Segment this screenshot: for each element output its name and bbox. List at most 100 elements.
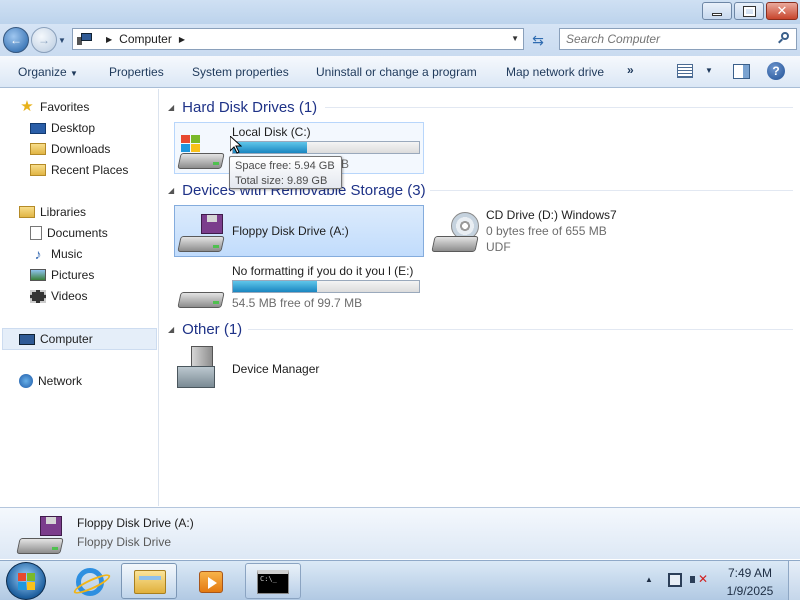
view-list-icon — [677, 63, 693, 78]
drive-usage-fill — [233, 281, 317, 292]
drive-name: CD Drive (D:) Windows7 — [486, 208, 617, 222]
refresh-icon: ⇆ — [532, 31, 544, 48]
group-label: Hard Disk Drives (1) — [182, 98, 318, 116]
nav-label: Videos — [51, 289, 88, 303]
music-icon: ♪ — [34, 246, 42, 262]
command-prompt-icon — [257, 570, 289, 594]
volume-muted-icon[interactable]: ✕ — [690, 572, 708, 588]
close-icon: ✕ — [776, 3, 788, 19]
computer-icon — [19, 333, 35, 345]
hard-drive-icon — [177, 135, 225, 169]
nav-label: Recent Places — [51, 163, 129, 177]
folder-icon — [134, 570, 166, 594]
navigation-pane: ★ Favorites Desktop Downloads Recent Plac… — [0, 89, 159, 506]
device-manager-tile[interactable]: Device Manager — [174, 343, 424, 395]
internet-explorer-icon — [76, 568, 104, 596]
usb-drive-icon — [177, 280, 225, 308]
show-hidden-icons-button[interactable]: ▲ — [645, 575, 653, 584]
drive-usage-bar — [232, 141, 420, 154]
nav-desktop[interactable]: Desktop — [30, 118, 95, 138]
details-item-type: Floppy Disk Drive — [77, 535, 172, 549]
nav-music[interactable]: ♪ Music — [30, 244, 83, 264]
libraries-icon — [19, 206, 35, 218]
drive-filesystem: UDF — [486, 240, 511, 254]
details-pane: Floppy Disk Drive (A:) Floppy Disk Drive — [0, 507, 800, 559]
nav-label: Downloads — [51, 142, 111, 156]
taskbar-media-player[interactable] — [183, 563, 239, 599]
map-network-drive-button[interactable]: Map network drive — [506, 65, 604, 79]
address-dropdown-icon[interactable]: ▼ — [511, 34, 519, 43]
documents-icon — [30, 226, 42, 240]
nav-favorites[interactable]: ★ Favorites — [19, 97, 89, 117]
start-button[interactable] — [6, 562, 46, 600]
nav-network[interactable]: Network — [19, 371, 82, 391]
details-item-name: Floppy Disk Drive (A:) — [77, 516, 194, 530]
collapse-triangle-icon: ◢ — [168, 185, 175, 195]
nav-libraries[interactable]: Libraries — [19, 202, 86, 222]
collapse-triangle-icon: ◢ — [168, 102, 175, 112]
group-header-other[interactable]: ◢ Other (1) — [168, 319, 242, 339]
more-commands-button[interactable]: » — [627, 63, 634, 77]
properties-button[interactable]: Properties — [109, 65, 164, 79]
file-view: ◢ Hard Disk Drives (1) Local Disk (C:) B … — [160, 89, 800, 506]
drive-tile-a[interactable]: Floppy Disk Drive (A:) — [174, 205, 424, 257]
organize-menu[interactable]: Organize ▼ — [18, 65, 78, 79]
device-manager-icon — [177, 346, 221, 390]
nav-label: Network — [38, 374, 83, 388]
network-tray-icon[interactable] — [668, 573, 682, 587]
refresh-button[interactable]: ⇆ — [527, 30, 549, 50]
taskbar-internet-explorer[interactable] — [62, 563, 118, 599]
drive-tile-d[interactable]: CD Drive (D:) Windows7 0 bytes free of 6… — [428, 205, 678, 257]
clock-date[interactable]: 1/9/2025 — [706, 584, 794, 598]
forward-button[interactable]: → — [31, 27, 57, 53]
breadcrumb-computer[interactable]: Computer — [119, 32, 172, 46]
media-player-icon — [199, 571, 223, 593]
nav-pictures[interactable]: Pictures — [30, 265, 94, 285]
nav-videos[interactable]: Videos — [30, 286, 87, 306]
maximize-button[interactable] — [734, 2, 764, 20]
nav-label: Libraries — [40, 205, 87, 219]
windows-logo-icon — [181, 135, 201, 153]
downloads-folder-icon — [30, 143, 46, 155]
nav-documents[interactable]: Documents — [30, 223, 108, 243]
search-icon[interactable] — [778, 32, 790, 44]
search-box[interactable] — [559, 28, 797, 50]
breadcrumb-chevron-icon[interactable]: ▶ — [179, 35, 185, 44]
drive-name: Local Disk (C:) — [232, 125, 311, 139]
nav-computer[interactable]: Computer — [19, 329, 93, 349]
item-name: Device Manager — [232, 362, 320, 376]
recent-pages-dropdown[interactable]: ▼ — [58, 36, 66, 45]
nav-label: Music — [51, 247, 83, 261]
change-view-button[interactable]: ▼ — [677, 63, 713, 78]
taskbar-windows-explorer[interactable] — [121, 563, 177, 599]
arrow-left-icon: ← — [10, 33, 22, 47]
preview-pane-button[interactable] — [733, 64, 750, 79]
clock-time[interactable]: 7:49 AM — [706, 566, 794, 580]
group-header-hard-disk-drives[interactable]: ◢ Hard Disk Drives (1) — [168, 97, 317, 117]
floppy-disk-icon — [201, 214, 223, 234]
system-properties-button[interactable]: System properties — [192, 65, 289, 79]
tooltip-space-free: Space free: 5.94 GB — [235, 160, 335, 172]
nav-downloads[interactable]: Downloads — [30, 139, 110, 159]
window-titlebar[interactable]: ✕ — [0, 0, 800, 24]
nav-recent-places[interactable]: Recent Places — [30, 160, 128, 180]
show-desktop-button[interactable] — [788, 561, 800, 600]
collapse-triangle-icon: ◢ — [168, 324, 175, 334]
drive-name: Floppy Disk Drive (A:) — [232, 224, 349, 238]
help-button[interactable]: ? — [767, 62, 785, 80]
drive-tile-e[interactable]: No formatting if you do it you l (E:) 54… — [174, 261, 424, 313]
taskbar-command-prompt[interactable] — [245, 563, 301, 599]
uninstall-program-button[interactable]: Uninstall or change a program — [316, 65, 477, 79]
back-button[interactable]: ← — [3, 27, 29, 53]
close-button[interactable]: ✕ — [766, 2, 798, 20]
group-divider — [430, 190, 793, 191]
floppy-drive-icon — [177, 214, 225, 252]
minimize-button[interactable] — [702, 2, 732, 20]
help-icon: ? — [772, 64, 780, 78]
address-bar[interactable]: ▶ Computer ▶ ▼ — [72, 28, 524, 50]
group-divider — [248, 329, 793, 330]
breadcrumb-chevron-icon[interactable]: ▶ — [106, 35, 112, 44]
search-input[interactable] — [560, 29, 765, 49]
nav-label: Pictures — [51, 268, 95, 282]
drive-free-text: 0 bytes free of 655 MB — [486, 224, 607, 238]
